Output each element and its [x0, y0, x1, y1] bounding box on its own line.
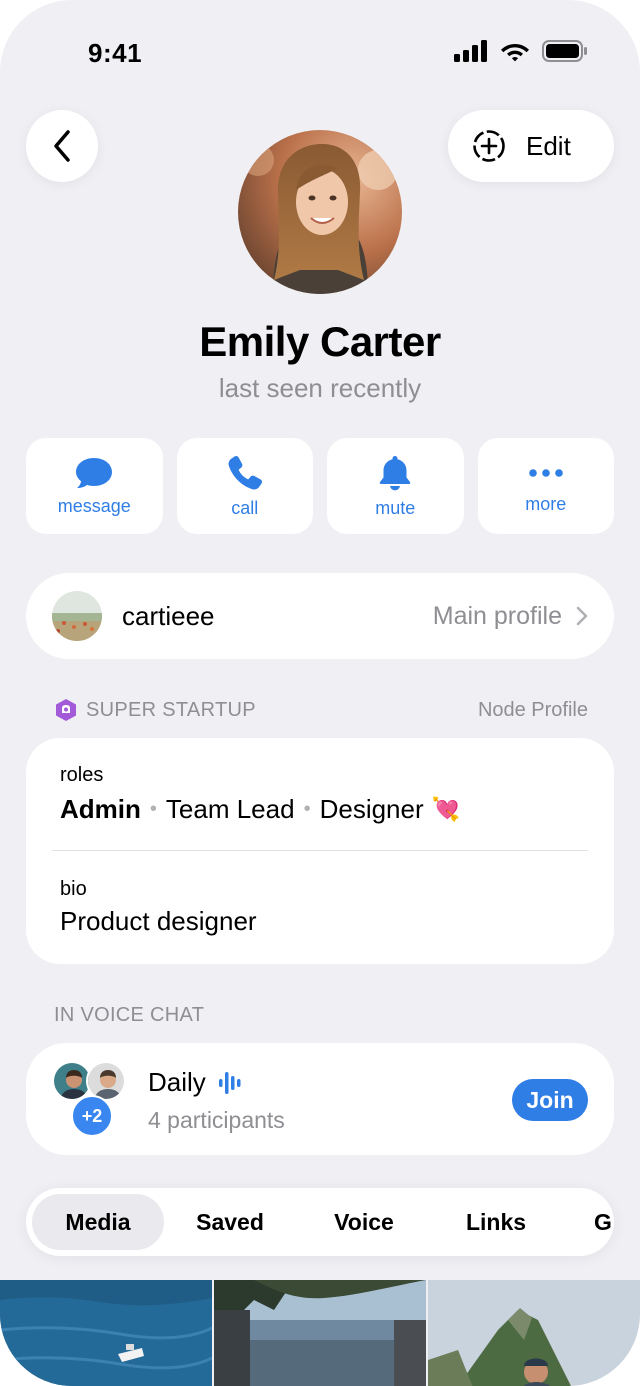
cellular-signal-icon [454, 40, 487, 62]
audio-wave-icon [218, 1071, 241, 1094]
mute-button[interactable]: mute [327, 438, 464, 534]
divider [52, 850, 588, 851]
wifi-icon [501, 44, 529, 62]
edit-button[interactable]: Edit [448, 110, 614, 182]
role-separator: • [149, 798, 157, 820]
more-label: more [525, 493, 567, 514]
call-label: call [231, 497, 259, 518]
heart-emoji: 💘 [431, 796, 461, 822]
voice-chat-participants: 4 participants [148, 1107, 285, 1133]
role-admin: Admin [60, 794, 141, 824]
tab-voice[interactable]: Voice [306, 1194, 422, 1250]
media-thumbnail[interactable] [214, 1280, 426, 1386]
last-seen-status: last seen recently [218, 373, 422, 403]
phone-screen: 9:41 Edit Emily Carter last seen recentl… [0, 0, 640, 1386]
add-story-icon [473, 130, 505, 162]
tab-links[interactable]: Links [438, 1194, 554, 1250]
voice-chat-title-row: Daily [148, 1067, 242, 1098]
role-separator: • [303, 798, 311, 820]
tab-more[interactable]: G [594, 1194, 614, 1250]
tab-saved[interactable]: Saved [172, 1194, 288, 1250]
organization-logo-icon [56, 699, 76, 721]
profile-name: Emily Carter [199, 318, 441, 365]
message-button[interactable]: message [26, 438, 163, 534]
voice-chat-header: IN VOICE CHAT [54, 1004, 588, 1027]
extra-participants-badge: +2 [71, 1095, 113, 1137]
bio-label: bio [60, 878, 87, 900]
chevron-right-icon [576, 606, 588, 626]
main-profile-username: cartieee [122, 600, 215, 631]
back-button[interactable] [26, 110, 98, 182]
role-designer: Designer [319, 794, 424, 824]
bell-icon [380, 455, 411, 490]
message-label: message [57, 495, 131, 516]
media-thumbnail[interactable] [428, 1280, 640, 1386]
organization-header: SUPER STARTUP Node Profile [54, 698, 588, 722]
join-button[interactable]: Join [512, 1079, 588, 1121]
status-icons [454, 40, 588, 62]
edit-label: Edit [526, 130, 571, 161]
call-button[interactable]: call [176, 438, 313, 534]
roles-list: Admin • Team Lead • Designer 💘 [60, 794, 460, 825]
media-thumbnail[interactable] [0, 1280, 212, 1386]
organization-name: SUPER STARTUP [86, 698, 256, 721]
chevron-left-icon [54, 130, 70, 162]
bio-value: Product designer [60, 906, 257, 936]
node-profile-link[interactable]: Node Profile [478, 699, 588, 722]
mute-label: mute [375, 497, 416, 518]
ellipsis-icon [528, 468, 563, 477]
role-team-lead: Team Lead [165, 794, 295, 824]
voice-chat-title: Daily [148, 1067, 206, 1097]
message-bubble-icon [76, 457, 113, 488]
main-profile-avatar [52, 591, 102, 641]
main-profile-label: Main profile [432, 601, 562, 630]
more-button[interactable]: more [477, 438, 614, 534]
tab-media[interactable]: Media [32, 1194, 164, 1250]
voice-chat-section-title: IN VOICE CHAT [54, 1004, 205, 1026]
main-profile-row[interactable]: cartieee Main profile [26, 573, 614, 659]
profile-avatar[interactable] [238, 130, 402, 294]
status-time: 9:41 [88, 38, 143, 68]
roles-bio-card: roles Admin • Team Lead • Designer 💘 bio… [26, 738, 614, 964]
media-tabs: Media Saved Voice Links G [26, 1188, 614, 1256]
action-buttons: message call mute more [26, 438, 614, 534]
phone-icon [228, 455, 262, 489]
battery-icon [542, 40, 587, 62]
voice-chat-card[interactable]: +2 Daily 4 participants Join [26, 1043, 614, 1155]
roles-label: roles [60, 764, 104, 786]
